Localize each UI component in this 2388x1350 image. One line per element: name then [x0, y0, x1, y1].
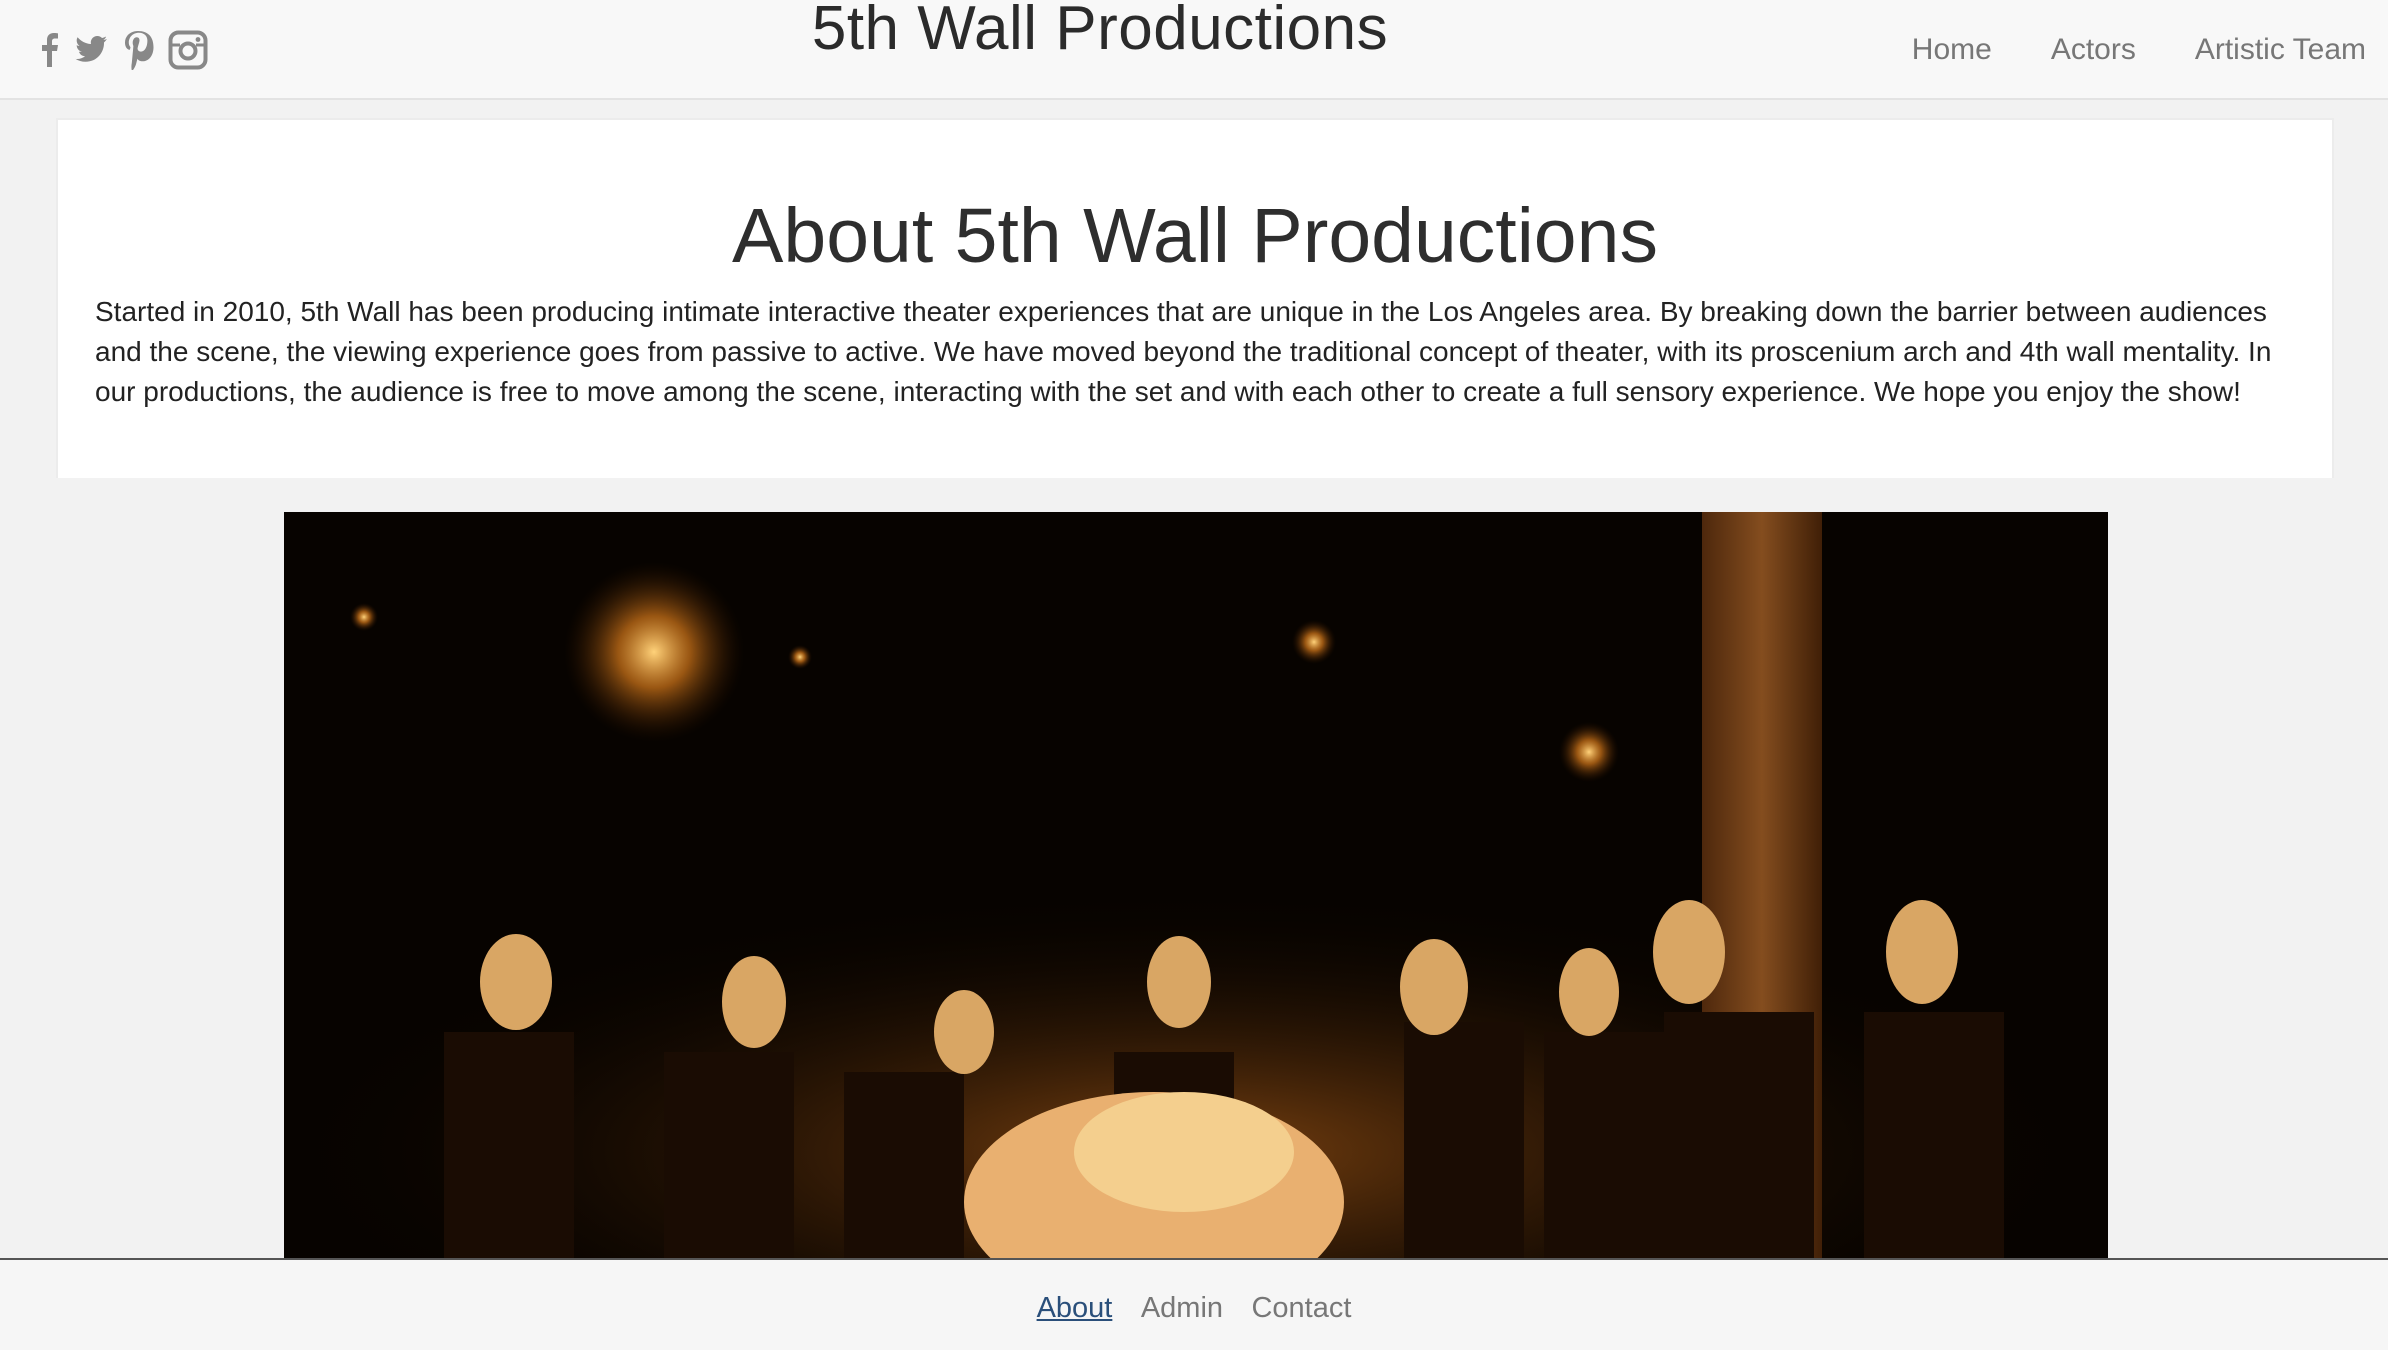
nav-artistic-team-link[interactable]: Artistic Team [2195, 28, 2366, 72]
production-photo [284, 512, 2108, 1258]
facebook-icon[interactable] [38, 33, 60, 67]
site-brand[interactable]: 5th Wall Productions [780, 0, 1420, 64]
pinterest-icon[interactable] [122, 30, 154, 70]
about-panel: About 5th Wall Productions Started in 20… [56, 118, 2334, 478]
top-navbar: 5th Wall Productions Home Actors Artisti… [0, 0, 2388, 100]
nav-home-link[interactable]: Home [1912, 28, 1992, 72]
about-description: Started in 2010, 5th Wall has been produ… [95, 296, 2272, 407]
page-title: About 5th Wall Productions [732, 193, 1658, 279]
footer-about-link[interactable]: About [1037, 1292, 1113, 1324]
main-nav: Home Actors Artistic Team [1853, 28, 2366, 72]
footer-nav: About Admin Contact [0, 1288, 2388, 1328]
twitter-icon[interactable] [74, 35, 108, 65]
nav-actors-link[interactable]: Actors [2051, 28, 2136, 72]
social-links [38, 26, 222, 74]
footer-admin-link[interactable]: Admin [1141, 1292, 1223, 1324]
footer-contact-link[interactable]: Contact [1251, 1292, 1351, 1324]
instagram-icon[interactable] [168, 30, 208, 70]
footer: About Admin Contact [0, 1258, 2388, 1350]
